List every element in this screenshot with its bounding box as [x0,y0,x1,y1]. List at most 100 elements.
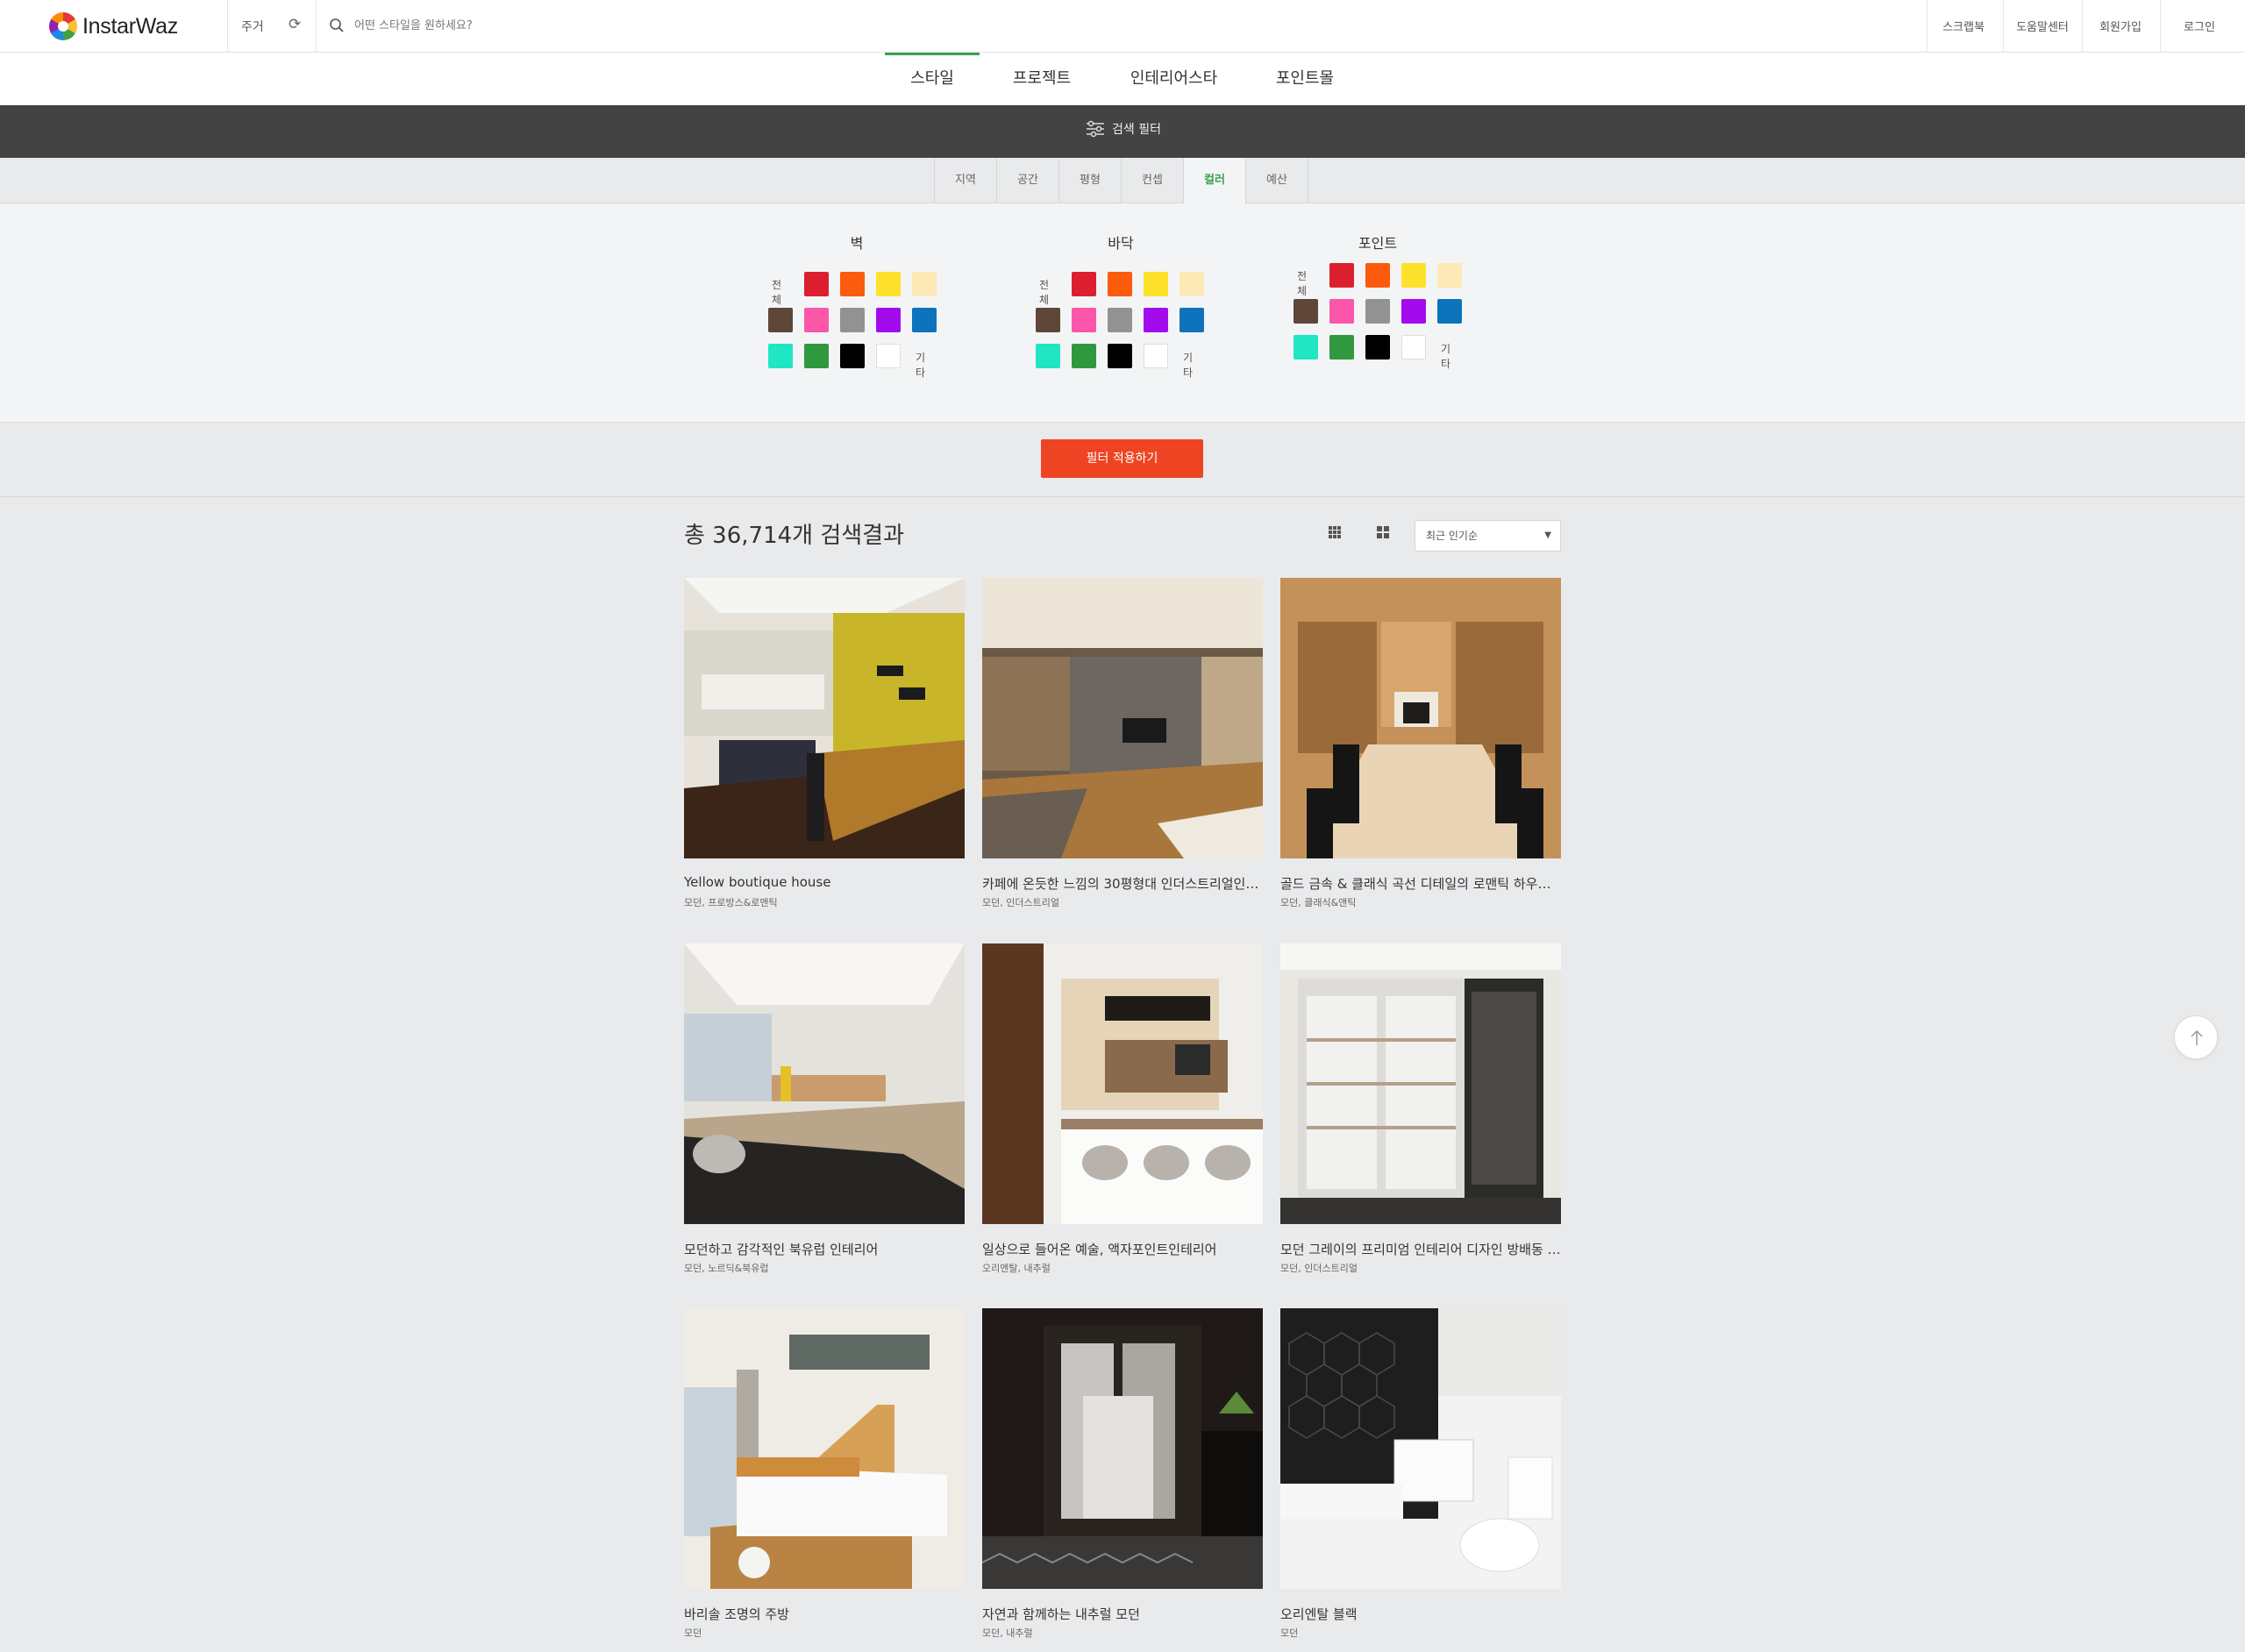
group-title: 벽 [850,235,864,252]
card-title[interactable]: 일상으로 들어온 예술, 액자포인트인테리어 [982,1240,1263,1258]
swatch-orange[interactable] [1108,272,1132,296]
logo[interactable]: InstarWaz [49,12,178,40]
swatch-black[interactable] [1365,335,1390,360]
swatch-yellow[interactable] [876,272,901,296]
refresh-icon[interactable]: ⟳ [289,16,301,33]
swatch-cream[interactable] [1180,272,1204,296]
color-all-option[interactable]: 전체 [772,277,781,307]
color-all-option[interactable]: 전체 [1039,277,1049,307]
card-photo[interactable] [1280,578,1561,858]
swatch-gray[interactable] [1108,308,1132,332]
swatch-pink[interactable] [804,308,829,332]
swatch-green[interactable] [1072,344,1096,368]
color-all-option[interactable]: 전체 [1297,268,1307,298]
tab-size[interactable]: 평형 [1059,158,1122,203]
card-title[interactable]: 모던하고 감각적인 북유럽 인테리어 [684,1240,965,1258]
swatch-green[interactable] [1329,335,1354,360]
card-photo[interactable] [982,578,1263,858]
tab-interior-star[interactable]: 인테리어스타 [1114,53,1234,105]
swatch-mint[interactable] [1036,344,1060,368]
swatch-blue[interactable] [1437,299,1462,324]
color-other-option[interactable]: 기타 [1441,341,1450,371]
swatch-white[interactable] [876,344,901,368]
swatch-white[interactable] [1144,344,1168,368]
arrow-up-icon [2191,1029,2203,1045]
swatch-gray[interactable] [1365,299,1390,324]
grid-large-icon[interactable] [1375,524,1391,540]
swatch-gray[interactable] [840,308,865,332]
tab-point-mall[interactable]: 포인트몰 [1261,53,1349,105]
sort-selected-value: 최근 인기순 [1426,530,1479,542]
login-link[interactable]: 로그인 [2160,18,2239,34]
search-icon[interactable] [329,18,345,33]
scroll-top-button[interactable] [2174,1015,2218,1059]
search-input[interactable] [354,12,793,39]
swatch-orange[interactable] [1365,263,1390,288]
tab-color[interactable]: 컬러 [1184,158,1246,203]
top-bar: InstarWaz 주거 ⟳ 스크랩북 도움말센터 회원가입 로그인 [0,0,2245,53]
apply-area: 필터 적용하기 [0,423,2245,497]
swatch-yellow[interactable] [1144,272,1168,296]
swatch-red[interactable] [1329,263,1354,288]
card-photo[interactable] [684,1308,965,1589]
color-other-option[interactable]: 기타 [916,350,925,380]
swatch-purple[interactable] [1401,299,1426,324]
card-tags: 모던, 인더스트리얼 [982,897,1059,908]
tab-budget[interactable]: 예산 [1246,158,1308,203]
divider [227,0,228,53]
swatch-cream[interactable] [1437,263,1462,288]
filter-header[interactable]: 검색 필터 [0,105,2245,158]
tab-project[interactable]: 프로젝트 [998,53,1086,105]
swatch-pink[interactable] [1072,308,1096,332]
card-tags: 모던, 클래식&앤틱 [1280,897,1357,908]
category-selector[interactable]: 주거 [241,18,264,35]
swatch-mint[interactable] [1294,335,1318,360]
signup-link[interactable]: 회원가입 [2081,18,2160,34]
sort-select[interactable]: 최근 인기순 ▼ [1415,520,1561,552]
help-center-link[interactable]: 도움말센터 [2003,18,2082,34]
tab-region[interactable]: 지역 [935,158,997,203]
swatch-black[interactable] [1108,344,1132,368]
card-title[interactable]: 바리솔 조명의 주방 [684,1605,965,1623]
swatch-white[interactable] [1401,335,1426,360]
card-photo[interactable] [1280,943,1561,1224]
swatch-brown[interactable] [1294,299,1318,324]
swatch-cream[interactable] [912,272,937,296]
card-title[interactable]: 모던 그레이의 프리미엄 인테리어 디자인 방배동 아파트 [1280,1240,1561,1258]
swatch-brown[interactable] [768,308,793,332]
card-title[interactable]: 오리엔탈 블랙 [1280,1605,1561,1623]
grid-small-icon[interactable] [1327,524,1343,540]
card-title[interactable]: 카페에 온듯한 느낌의 30평형대 인더스트리얼인테리어 [982,874,1263,893]
swatch-brown[interactable] [1036,308,1060,332]
swatch-purple[interactable] [1144,308,1168,332]
swatch-red[interactable] [804,272,829,296]
swatch-blue[interactable] [1180,308,1204,332]
card-title[interactable]: 자연과 함께하는 내추럴 모던 [982,1605,1263,1623]
card-photo[interactable] [1280,1308,1561,1589]
tab-style[interactable]: 스타일 [885,53,980,105]
card-title[interactable]: 골드 금속 & 클래식 곡선 디테일의 로맨틱 하우스 인테리어 [1280,874,1561,893]
tab-space[interactable]: 공간 [997,158,1059,203]
color-other-option[interactable]: 기타 [1183,350,1193,380]
scrapbook-link[interactable]: 스크랩북 [1924,18,2003,34]
swatch-orange[interactable] [840,272,865,296]
swatch-red[interactable] [1072,272,1096,296]
swatch-black[interactable] [840,344,865,368]
group-title: 바닥 [1108,235,1134,252]
card-title[interactable]: Yellow boutique house [684,874,965,890]
tab-concept[interactable]: 컨셉 [1122,158,1184,203]
filter-title: 검색 필터 [1112,123,1161,137]
swatch-mint[interactable] [768,344,793,368]
swatch-purple[interactable] [876,308,901,332]
card-photo[interactable] [684,578,965,858]
swatch-yellow[interactable] [1401,263,1426,288]
apply-filter-button[interactable]: 필터 적용하기 [1041,439,1203,478]
swatch-blue[interactable] [912,308,937,332]
swatch-pink[interactable] [1329,299,1354,324]
swatch-green[interactable] [804,344,829,368]
card-photo[interactable] [684,943,965,1224]
card-photo[interactable] [982,943,1263,1224]
logo-text: InstarWaz [82,13,178,39]
divider [316,0,317,53]
card-photo[interactable] [982,1308,1263,1589]
